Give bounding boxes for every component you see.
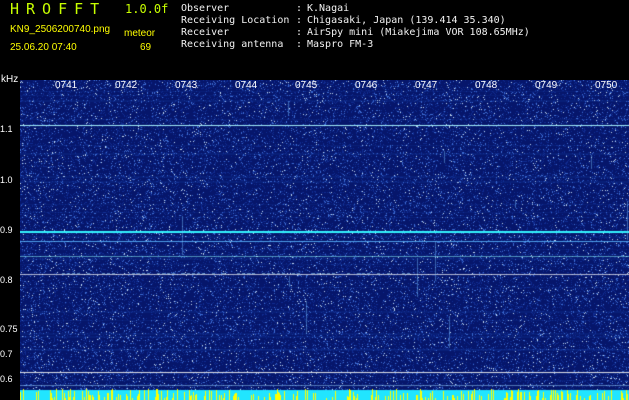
info-label-antenna: Receiving antenna xyxy=(181,39,284,50)
hrofft-window: HROFFT 1.0.0f KN9_2506200740.png 25.06.2… xyxy=(0,0,629,400)
spectrogram-canvas xyxy=(20,80,629,400)
info-value-location: Chigasaki, Japan (139.414 35.340) xyxy=(307,15,506,26)
info-separator: : xyxy=(296,15,303,26)
app-title: HROFFT xyxy=(10,0,107,18)
info-value-antenna: Maspro FM-3 xyxy=(307,39,374,50)
frequency-label-0-8: 0.8 xyxy=(0,275,13,285)
info-separator: : xyxy=(296,27,303,38)
info-row-receiver: Receiver : AirSpy mini (Miakejima VOR 10… xyxy=(181,27,621,39)
frequency-label-1-1: 1.1 xyxy=(0,124,13,134)
frequency-label-0-7: 0.7 xyxy=(0,349,13,359)
info-row-location: Receiving Location : Chigasaki, Japan (1… xyxy=(181,15,621,27)
info-value-observer: K.Nagai xyxy=(307,3,350,14)
info-value-receiver: AirSpy mini (Miakejima VOR 108.65MHz) xyxy=(307,27,530,38)
info-label-observer: Observer xyxy=(181,3,230,14)
info-separator: : xyxy=(296,3,303,14)
info-label-receiver: Receiver xyxy=(181,27,230,38)
info-row-antenna: Receiving antenna : Maspro FM-3 xyxy=(181,39,621,51)
timestamp: 25.06.20 07:40 xyxy=(10,42,77,53)
observation-info: Observer : K.Nagai Receiving Location : … xyxy=(181,3,621,51)
spectrogram-panel: 0741 0742 0743 0744 0745 0746 0747 0748 … xyxy=(20,80,629,400)
info-label-location: Receiving Location xyxy=(181,15,290,26)
app-version: 1.0.0f xyxy=(125,2,169,16)
frequency-label-0-9: 0.9 xyxy=(0,225,13,235)
frequency-label-0-75: 0.75 xyxy=(0,324,18,334)
header: HROFFT 1.0.0f KN9_2506200740.png 25.06.2… xyxy=(0,0,629,78)
meteor-label: meteor xyxy=(124,28,156,39)
meteor-count: 69 xyxy=(140,42,152,53)
frequency-label-0-6: 0.6 xyxy=(0,374,13,384)
info-separator: : xyxy=(296,39,303,50)
info-row-observer: Observer : K.Nagai xyxy=(181,3,621,15)
frequency-label-1-0: 1.0 xyxy=(0,175,13,185)
file-name: KN9_2506200740.png xyxy=(10,24,111,35)
frequency-unit-label: kHz xyxy=(1,74,19,85)
